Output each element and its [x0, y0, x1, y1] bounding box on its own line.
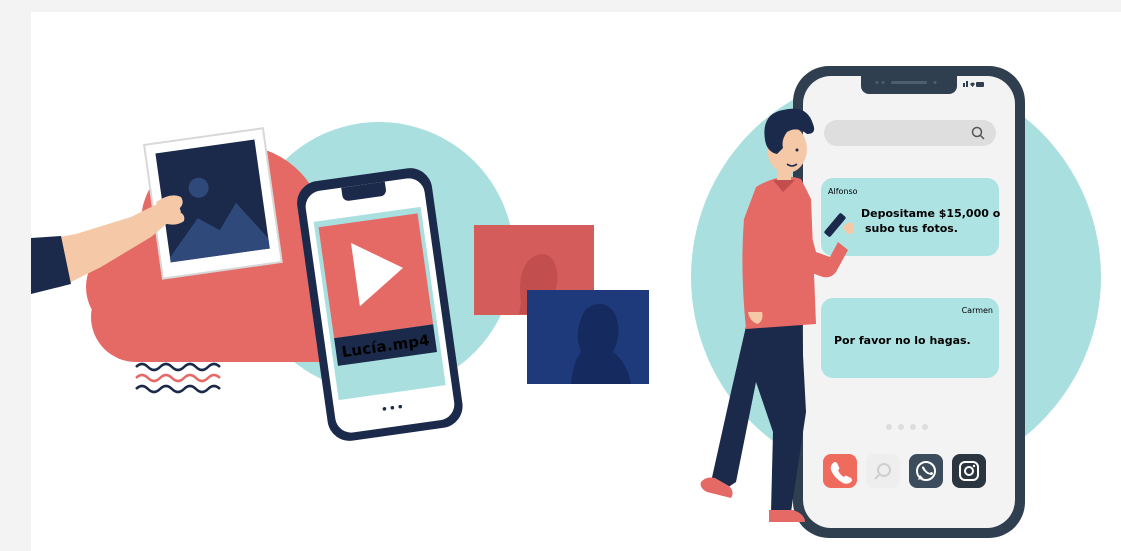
phone-search-bar — [824, 120, 996, 146]
chat-sender-carmen: Carmen — [962, 306, 993, 315]
illustration-canvas: Lucía.mp4 Alfonso Depositame $15,000 o s… — [31, 66, 1101, 538]
right-scene: Alfonso Depositame $15,000 o subo tus fo… — [691, 66, 1101, 538]
silhouette-photo-front — [527, 290, 649, 384]
large-phone: Alfonso Depositame $15,000 o subo tus fo… — [793, 66, 1025, 538]
chat-message-alfonso-line1: Depositame $15,000 o — [861, 207, 1001, 220]
chat-sender-alfonso: Alfonso — [828, 187, 858, 196]
decorative-waves — [135, 362, 221, 394]
search-icon[interactable] — [866, 454, 900, 488]
chat-message-carmen: Por favor no lo hagas. — [834, 334, 971, 347]
left-scene: Lucía.mp4 — [31, 122, 649, 441]
illustration-panel: Lucía.mp4 Alfonso Depositame $15,000 o s… — [31, 12, 1121, 551]
phone-icon[interactable] — [823, 454, 857, 488]
instagram-icon[interactable] — [952, 454, 986, 488]
chat-message-alfonso-line2: subo tus fotos. — [865, 222, 958, 235]
whatsapp-icon[interactable] — [909, 454, 943, 488]
